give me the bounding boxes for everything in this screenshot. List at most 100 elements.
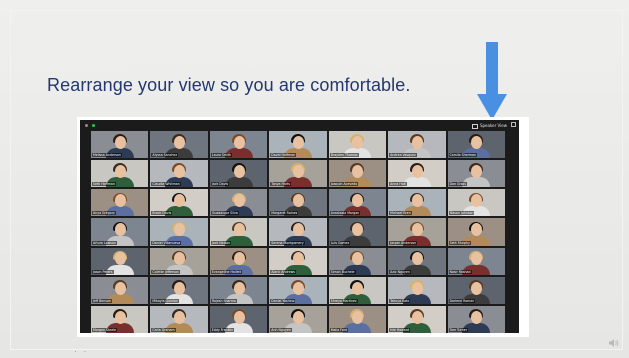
participant-tile[interactable]: Morgan Steele xyxy=(91,305,149,333)
participant-tile[interactable]: Malia Ford xyxy=(328,305,387,333)
participant-tile[interactable]: Luis Gomez xyxy=(328,218,387,246)
participant-name-label: Brayden Thomas xyxy=(329,153,359,158)
participant-face xyxy=(352,281,364,295)
down-arrow-icon xyxy=(477,42,507,120)
participant-tile[interactable]: Jasper Anderson xyxy=(388,218,446,246)
participant-tile[interactable]: Arturo Lawson xyxy=(91,218,149,246)
participant-face xyxy=(471,194,483,208)
participant-tile[interactable]: Colette Jefferson xyxy=(150,247,208,275)
grid-view-icon xyxy=(471,123,478,129)
participant-tile[interactable]: Tanya Harts xyxy=(269,160,327,188)
participant-tile[interactable]: Ivie Howard xyxy=(388,305,446,333)
speaker-icon[interactable] xyxy=(609,339,619,347)
participant-tile[interactable]: Alyssa Sanchez xyxy=(150,131,208,159)
participant-name-label: Tanya Harts xyxy=(270,182,292,187)
participant-face xyxy=(174,310,186,324)
participant-tile[interactable]: Evangeline Hallett xyxy=(209,247,268,275)
participant-name-label: Tom Turner xyxy=(448,327,469,332)
info-icon[interactable] xyxy=(85,124,88,127)
participant-tile[interactable]: David Hoffman xyxy=(269,131,327,159)
participant-face xyxy=(174,252,186,266)
participant-tile[interactable]: Jack Davis xyxy=(209,160,268,188)
slide-title: Rearrange your view so you are comfortab… xyxy=(47,75,411,95)
participant-tile[interactable]: Mason Johnson xyxy=(447,189,505,217)
participant-face xyxy=(233,223,245,237)
participant-tile[interactable]: Margaret Raines xyxy=(269,189,327,217)
participant-name-label: Jasper Anderson xyxy=(389,240,418,245)
participant-name-label: Seth Hoffman xyxy=(92,182,116,187)
zoom-meeting-window: Speaker View Melissa Anderson Alyssa Sanc… xyxy=(80,120,519,333)
participant-tile[interactable]: Jeff Benson xyxy=(91,276,149,304)
participant-face xyxy=(471,281,483,295)
participant-tile[interactable]: Eddy Franklin xyxy=(209,305,268,333)
participant-name-label: Jack Nelson xyxy=(210,240,232,245)
participant-face xyxy=(233,135,245,149)
participant-face xyxy=(352,310,364,324)
participant-face xyxy=(114,310,126,324)
participant-face xyxy=(233,252,245,266)
encryption-shield-icon[interactable] xyxy=(92,124,95,127)
participant-tile[interactable]: Anh Nguyen xyxy=(269,305,327,333)
participant-face xyxy=(471,252,483,266)
participant-name-label: Nasir Rashad xyxy=(448,269,472,274)
participant-tile[interactable]: Daniel Villanueva xyxy=(150,218,208,246)
participant-tile[interactable]: Daniel Yoshino xyxy=(269,276,327,304)
presentation-slide: Rearrange your view so you are comfortab… xyxy=(0,0,629,358)
participant-tile[interactable]: Alaric Andrews xyxy=(269,247,327,275)
participant-tile[interactable]: Jason Peters xyxy=(91,247,149,275)
participant-tile[interactable]: Simon Buchele xyxy=(328,247,387,275)
participant-tile[interactable]: Joaquin Acevedo xyxy=(328,160,387,188)
participant-tile[interactable]: Shreya Martinez xyxy=(328,276,387,304)
participant-tile[interactable]: Guadalupe Silva xyxy=(209,189,268,217)
participant-tile[interactable]: Serena Montgomery xyxy=(269,218,327,246)
participant-tile[interactable]: Tom Turner xyxy=(447,305,505,333)
participant-tile[interactable]: Carla Graham xyxy=(150,305,208,333)
participant-tile[interactable]: Dan Gross xyxy=(447,160,505,188)
participant-face xyxy=(114,194,126,208)
participant-name-label: Malia Ford xyxy=(329,327,349,332)
participant-tile[interactable]: Seth Murphy xyxy=(447,218,505,246)
participant-tile[interactable]: Anastasia Morgan xyxy=(328,189,387,217)
fullscreen-icon[interactable] xyxy=(511,122,516,127)
participant-tile[interactable]: Michael Bren xyxy=(388,189,446,217)
participant-tile[interactable]: Darlene Roman xyxy=(447,276,505,304)
participant-name-label: Darlene Roman xyxy=(448,298,476,303)
participant-tile[interactable]: Anna Holt xyxy=(388,160,446,188)
participant-name-label: Ivie Howard xyxy=(389,327,411,332)
participant-tile[interactable]: Jack Nelson xyxy=(209,218,268,246)
participant-face xyxy=(174,165,186,179)
participant-tile[interactable]: Melissa Anderson xyxy=(91,131,149,159)
participant-face xyxy=(174,194,186,208)
participant-tile[interactable]: Nasir Rashad xyxy=(447,247,505,275)
participant-tile[interactable]: Seth Hoffman xyxy=(91,160,149,188)
participant-name-label: Anastasia Morgan xyxy=(329,211,361,216)
participant-tile[interactable]: Laura Smith xyxy=(209,131,268,159)
participant-face xyxy=(292,135,304,149)
participant-name-label: Evangeline Hallett xyxy=(210,269,243,274)
participant-tile[interactable]: Claudia Whitman xyxy=(150,160,208,188)
participant-face xyxy=(352,165,364,179)
participant-name-label: Camila Sherman xyxy=(448,153,477,158)
participant-face xyxy=(471,165,483,179)
participant-name-label: Alyssa Sanchez xyxy=(151,153,179,158)
participant-name-label: Brock Davis xyxy=(151,211,173,216)
participant-name-label: Takuya Kato xyxy=(389,298,411,303)
participant-tile[interactable]: Mikayla Quinlan xyxy=(150,276,208,304)
participant-name-label: Anh Nguyen xyxy=(270,327,292,332)
participant-face xyxy=(352,135,364,149)
participant-tile[interactable]: Rajesh Sharma xyxy=(209,276,268,304)
participant-face xyxy=(114,223,126,237)
participant-tile[interactable]: Takuya Kato xyxy=(388,276,446,304)
participant-face xyxy=(411,165,423,179)
view-toggle-button[interactable]: Speaker View xyxy=(471,122,507,129)
participant-tile[interactable]: Camila Sherman xyxy=(447,131,505,159)
participant-name-label: Luis Gomez xyxy=(329,240,351,245)
participant-tile[interactable]: Andrea Vasquez xyxy=(388,131,446,159)
participant-face xyxy=(233,281,245,295)
participant-tile[interactable]: Brayden Thomas xyxy=(328,131,387,159)
participant-name-label: Dan Gross xyxy=(448,182,467,187)
participant-face xyxy=(411,194,423,208)
participant-tile[interactable]: Aziz Nguyen xyxy=(388,247,446,275)
participant-tile[interactable]: Brock Davis xyxy=(150,189,208,217)
participant-tile[interactable]: Anya Gregory xyxy=(91,189,149,217)
